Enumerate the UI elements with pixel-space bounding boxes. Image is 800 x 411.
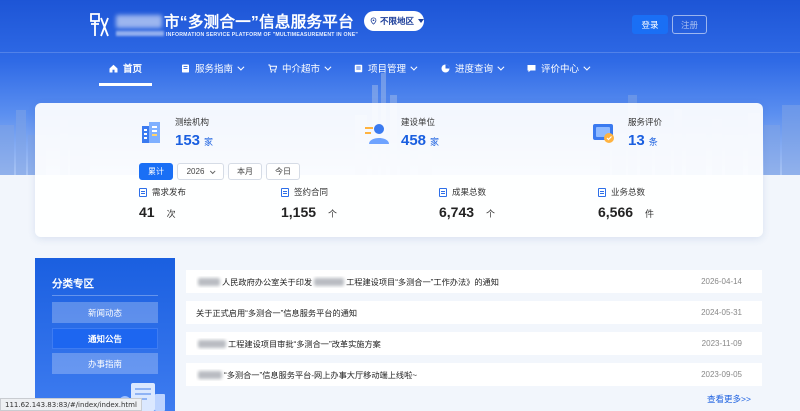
stat-value: 6,743: [439, 204, 475, 220]
category-sidebar: 分类专区 新闻动态 通知公告 办事指南: [35, 258, 175, 411]
user-icon: [365, 124, 389, 144]
filter-cumulative[interactable]: 累计: [139, 163, 173, 180]
chevron-down-icon: [497, 63, 505, 71]
stat-unit: 家: [204, 137, 214, 147]
filter-today[interactable]: 今日: [266, 163, 300, 180]
stat-construction-units: 建设单位 458 家: [365, 116, 439, 149]
browser-status-url: 111.62.143.83:83/#/index/index.html: [0, 398, 142, 411]
stat-service-ratings: 服务评价 13 条: [592, 116, 662, 149]
document-icon: [439, 187, 447, 197]
redacted-text: [198, 370, 222, 379]
news-title: 人民政府办公室关于印发 工程建设项目“多测合一”工作办法》的通知: [196, 276, 682, 288]
filter-this-month[interactable]: 本月: [228, 163, 262, 180]
redacted-text: [314, 277, 345, 286]
nav-agency-market[interactable]: 中介超市: [268, 53, 332, 83]
stat-total-business: 业务总数 6,566 件: [598, 187, 655, 220]
news-date: 2024-05-31: [701, 308, 742, 317]
sidebar-title: 分类专区: [52, 278, 94, 290]
stat-label: 测绘机构: [175, 117, 210, 127]
period-filter: 累计 2026 本月 今日: [139, 163, 300, 180]
stat-value: 458: [401, 132, 427, 149]
statistics-panel: 测绘机构 153 家 建设单位 458 家 服务评价 13 条 累计 2026 本月 …: [35, 103, 763, 237]
stat-unit: 件: [645, 209, 655, 219]
stat-value: 13: [628, 132, 645, 149]
nav-project-management[interactable]: 项目管理: [354, 53, 418, 83]
stat-value: 1,155: [281, 204, 317, 220]
document-icon: [139, 187, 147, 197]
pie-icon: [441, 64, 450, 72]
news-title: 关于正式启用“多测合一”信息服务平台的通知: [196, 308, 358, 318]
region-label: 不限地区: [379, 16, 414, 26]
stat-unit: 个: [328, 209, 338, 219]
news-date: 2023-11-09: [701, 339, 742, 348]
nav-service-guide[interactable]: 服务指南: [181, 53, 245, 83]
sidebar-item-news[interactable]: 新闻动态: [52, 302, 158, 323]
stat-unit: 条: [648, 137, 658, 147]
main-nav: 首页 服务指南 中介超市 项目管理 进度查询 评价中心: [0, 52, 800, 86]
stat-total-results: 成果总数 6,743 个: [439, 187, 496, 220]
site-title: 市“多测合一”信息服务平台: [116, 10, 354, 32]
stat-value: 153: [175, 132, 201, 149]
nav-evaluation-center[interactable]: 评价中心: [527, 53, 591, 83]
chevron-down-icon: [237, 63, 245, 71]
stat-value: 6,566: [598, 204, 634, 220]
platform-logo-icon: [90, 13, 109, 37]
nav-progress-query[interactable]: 进度查询: [441, 53, 505, 83]
stat-survey-agencies: 测绘机构 153 家: [139, 116, 213, 149]
location-pin-icon: [370, 17, 377, 25]
news-item[interactable]: “多测合一”信息服务平台-网上办事大厅移动端上线啦~ 2023-09-05: [186, 363, 762, 386]
site-subtitle: INFORMATION SERVICE PLATFORM OF "MULTIME…: [116, 31, 358, 38]
stat-label: 服务评价: [628, 117, 663, 127]
view-more-link[interactable]: 查看更多>>: [707, 393, 751, 405]
news-item[interactable]: 关于正式启用“多测合一”信息服务平台的通知 2024-05-31: [186, 301, 762, 324]
divider: [52, 295, 158, 296]
stat-unit: 次: [166, 209, 176, 219]
stat-demand-published: 需求发布 41 次: [139, 187, 187, 220]
login-button[interactable]: 登录: [632, 15, 668, 34]
stat-unit: 个: [486, 209, 496, 219]
filter-year-select[interactable]: 2026: [177, 163, 224, 180]
year-value: 2026: [186, 167, 205, 176]
stat-signed-contracts: 签约合同 1,155 个: [281, 187, 338, 220]
news-item[interactable]: 工程建设项目审批“多测合一”改革实施方案 2023-11-09: [186, 332, 762, 355]
caret-down-icon: [418, 19, 424, 23]
document-icon: [598, 187, 606, 197]
register-button[interactable]: 注册: [672, 15, 707, 34]
project-icon: [354, 64, 363, 72]
sidebar-item-guide[interactable]: 办事指南: [52, 353, 158, 374]
chevron-down-icon: [583, 63, 591, 71]
home-icon: [109, 64, 118, 72]
stat-label: 建设单位: [401, 117, 436, 127]
news-date: 2023-09-05: [701, 370, 742, 379]
nav-home[interactable]: 首页: [98, 53, 153, 86]
news-date: 2026-04-14: [701, 277, 742, 286]
comment-icon: [527, 64, 536, 72]
chevron-down-icon: [410, 63, 418, 71]
news-title: 工程建设项目审批“多测合一”改革实施方案: [196, 338, 682, 350]
redacted-text: [198, 339, 226, 348]
document-icon: [281, 187, 289, 197]
news-title: “多测合一”信息服务平台-网上办事大厅移动端上线啦~: [196, 369, 682, 381]
cart-icon: [268, 64, 277, 73]
rating-icon: [593, 124, 614, 143]
book-icon: [182, 64, 189, 72]
region-selector[interactable]: 不限地区: [364, 11, 424, 31]
redacted-text: [198, 277, 220, 286]
chevron-down-icon: [324, 63, 332, 71]
sidebar-item-notices[interactable]: 通知公告: [52, 328, 158, 349]
news-item[interactable]: 人民政府办公室关于印发 工程建设项目“多测合一”工作办法》的通知 2026-04-…: [186, 270, 762, 293]
chevron-down-icon: [210, 167, 216, 174]
stat-value: 41: [139, 204, 155, 220]
stat-unit: 家: [430, 137, 440, 147]
building-icon: [142, 122, 160, 143]
